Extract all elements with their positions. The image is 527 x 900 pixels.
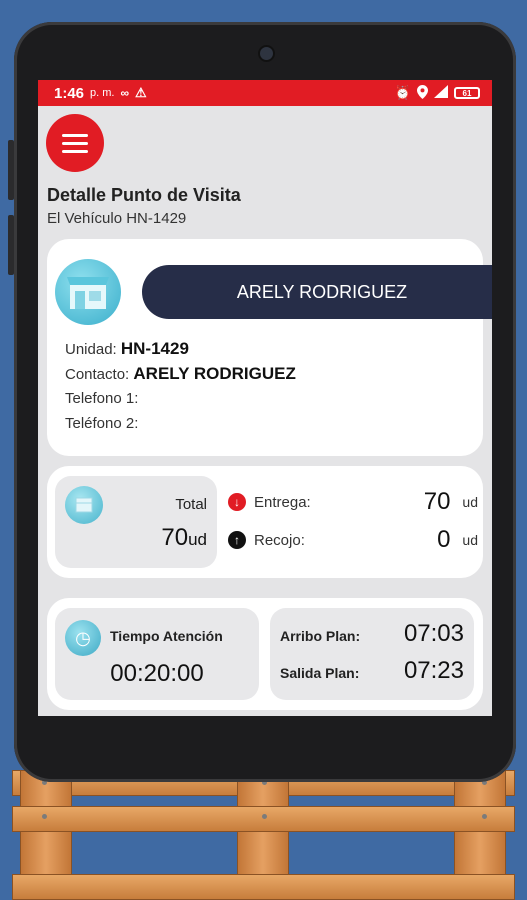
battery-icon: 61: [454, 87, 480, 99]
atencion-box: ◷ Tiempo Atención 00:20:00: [55, 608, 259, 700]
arrow-down-icon: ↓: [228, 493, 246, 511]
contacto-value: ARELY RODRIGUEZ: [133, 364, 296, 383]
atencion-value: 00:20:00: [110, 660, 204, 687]
telefono2-row[interactable]: Teléfono 2:: [65, 415, 138, 432]
store-icon: [55, 259, 121, 325]
arrow-up-icon: ↑: [228, 531, 246, 549]
telefono2-label: Teléfono 2:: [65, 415, 139, 432]
telefono1-row[interactable]: Telefono 1:: [65, 390, 138, 407]
status-bar: 1:46 p. m. ∞ ⚠ ⏰ 61: [38, 80, 492, 106]
recojo-row: ↑ Recojo: 0 ud: [228, 526, 478, 554]
menu-button[interactable]: [46, 114, 104, 172]
app-screen: 1:46 p. m. ∞ ⚠ ⏰ 61 Detalle Punto de Vis…: [38, 80, 492, 716]
location-icon: [417, 84, 428, 102]
vehicle-subtitle: El Vehículo HN-1429: [47, 210, 187, 227]
signal-icon: [434, 85, 448, 101]
total-number: 70: [161, 524, 189, 551]
entrega-value: 70: [423, 488, 451, 515]
total-value: 70ud: [161, 524, 207, 552]
atencion-label: Tiempo Atención: [110, 628, 223, 644]
salida-label: Salida Plan:: [280, 665, 360, 681]
wooden-pallet: [12, 770, 515, 900]
recojo-unit: ud: [462, 532, 478, 548]
voicemail-icon: ∞: [120, 86, 130, 100]
client-name-pill: ARELY RODRIGUEZ: [142, 265, 492, 319]
unidad-label: Unidad:: [65, 341, 117, 358]
arribo-label: Arribo Plan:: [280, 628, 361, 644]
telefono1-label: Telefono 1:: [65, 390, 139, 407]
box-icon: [65, 486, 103, 524]
entrega-label: Entrega:: [254, 493, 311, 511]
arribo-value: 07:03: [403, 620, 464, 647]
unidad-row: Unidad: HN-1429: [65, 339, 189, 359]
recojo-value: 0: [437, 526, 451, 553]
clock-icon: ◷: [65, 620, 101, 656]
plan-box: Arribo Plan: 07:03 Salida Plan: 07:23: [270, 608, 474, 700]
unidad-value: HN-1429: [120, 339, 189, 358]
camera: [258, 45, 275, 62]
battery-level: 61: [462, 88, 472, 98]
salida-value: 07:23: [403, 657, 464, 684]
entrega-row: ↓ Entrega: 70 ud: [228, 488, 478, 516]
total-unit: ud: [188, 530, 207, 549]
page-title: Detalle Punto de Visita: [47, 185, 241, 205]
alarm-icon: ⏰: [394, 85, 411, 100]
total-box: Total 70ud: [55, 476, 217, 568]
total-label: Total: [175, 496, 207, 513]
menu-icon: [62, 133, 88, 137]
status-time: 1:46: [54, 84, 85, 102]
contacto-label: Contacto:: [65, 366, 130, 383]
contacto-row: Contacto: ARELY RODRIGUEZ: [65, 364, 296, 384]
entrega-unit: ud: [462, 494, 478, 510]
status-ampm: p. m.: [90, 87, 115, 99]
recojo-label: Recojo:: [254, 531, 305, 549]
warning-icon: ⚠: [135, 85, 147, 100]
